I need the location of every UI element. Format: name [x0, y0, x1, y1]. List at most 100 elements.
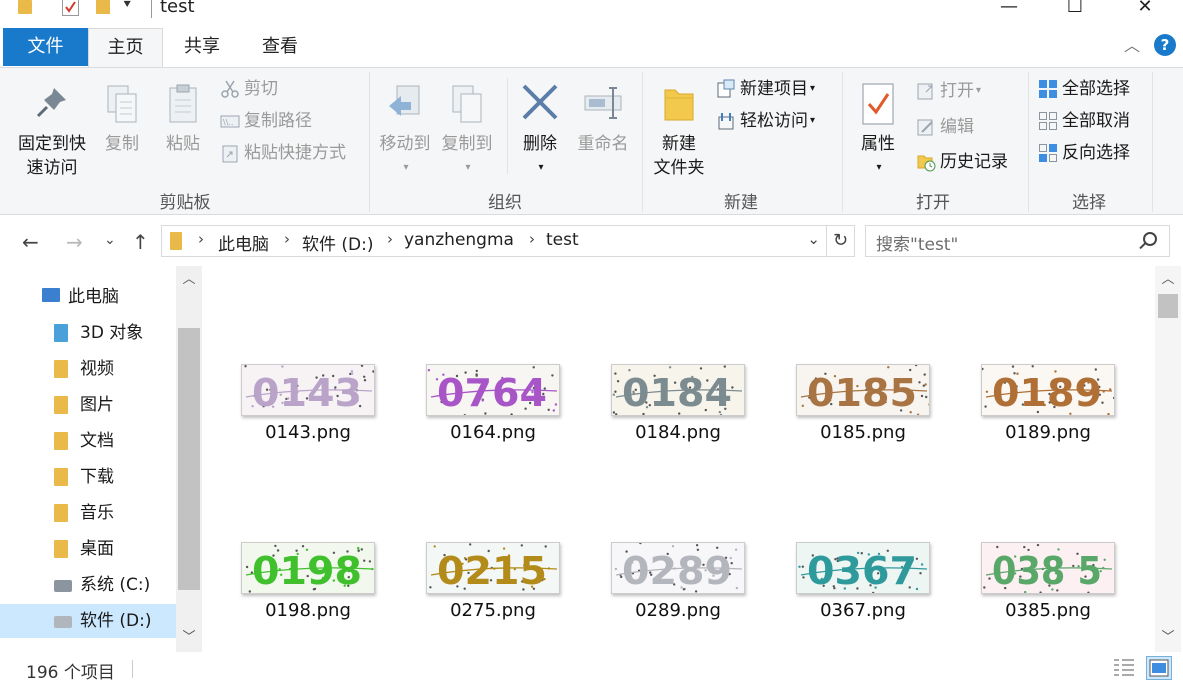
- recent-locations-chevron-icon[interactable]: ⌄: [104, 232, 116, 248]
- breadcrumb-yanzhengma[interactable]: yanzhengma: [404, 230, 514, 250]
- nav-item[interactable]: 音乐: [0, 496, 176, 530]
- copy-path-button[interactable]: \\.. 复制路径: [220, 107, 312, 135]
- nav-item[interactable]: 下载: [0, 460, 176, 494]
- large-icons-view-icon[interactable]: [1146, 656, 1172, 680]
- close-button[interactable]: ✕: [1122, 0, 1168, 20]
- nav-item-label: 3D 对象: [80, 323, 144, 343]
- image-thumbnail: 0143: [241, 364, 375, 416]
- edit-button[interactable]: 编辑: [916, 113, 974, 141]
- select-all-button[interactable]: 全部选择: [1038, 75, 1130, 103]
- rename-button[interactable]: 重命名: [572, 82, 634, 156]
- minimize-button[interactable]: —: [986, 0, 1032, 20]
- content-scroll-down-icon[interactable]: ﹀: [1155, 626, 1181, 650]
- nav-item[interactable]: 系统 (C:): [0, 568, 176, 602]
- paste-shortcut-button[interactable]: 粘贴快捷方式: [220, 139, 346, 167]
- cut-label: 剪切: [244, 79, 278, 99]
- file-name: 0198.png: [265, 600, 351, 621]
- search-icon[interactable]: [1143, 232, 1157, 246]
- copy-to-label: 复制到: [441, 134, 493, 154]
- tab-view[interactable]: 查看: [248, 28, 312, 68]
- file-item[interactable]: 0189 0189.png: [968, 364, 1128, 464]
- file-item[interactable]: 0764 0164.png: [413, 364, 573, 464]
- new-item-label: 新建项目: [740, 79, 808, 99]
- collapse-ribbon-icon[interactable]: ︿: [1124, 32, 1140, 56]
- select-all-icon: [1038, 79, 1058, 99]
- nav-item[interactable]: 文档: [0, 424, 176, 458]
- file-item[interactable]: 0215 0275.png: [413, 542, 573, 642]
- select-none-button[interactable]: 全部取消: [1038, 107, 1130, 135]
- copy-to-button[interactable]: 复制到 ▾: [436, 82, 498, 180]
- refresh-icon[interactable]: ↻: [827, 225, 855, 257]
- delete-button[interactable]: 删除 ▾: [514, 82, 566, 180]
- back-arrow-icon[interactable]: ←: [22, 230, 39, 254]
- open-dropdown-icon: ▾: [976, 85, 982, 96]
- pin-to-quick-access-button[interactable]: 固定到快 速访问: [10, 82, 94, 180]
- group-separator: [1028, 72, 1029, 212]
- easy-access-button[interactable]: 轻松访问 ▾: [716, 107, 815, 135]
- nav-item[interactable]: 图片: [0, 388, 176, 422]
- properties-label: 属性: [861, 134, 895, 154]
- group-separator: [1152, 72, 1153, 212]
- nav-item[interactable]: 软件 (D:): [0, 604, 176, 638]
- move-to-icon: [385, 82, 425, 128]
- open-button[interactable]: 打开 ▾: [916, 77, 981, 105]
- nav-item-label: 文档: [80, 431, 114, 451]
- content-scrollbar[interactable]: ︿ ﹀: [1155, 266, 1181, 652]
- file-item[interactable]: 0185 0185.png: [783, 364, 943, 464]
- search-input[interactable]: 搜索"test": [865, 225, 1170, 257]
- customize-quick-access-icon[interactable]: ⯆: [122, 0, 132, 13]
- file-item[interactable]: 038 5 0385.png: [968, 542, 1128, 642]
- breadcrumb-separator-icon: ›: [198, 230, 204, 248]
- content-scroll-thumb[interactable]: [1158, 294, 1178, 318]
- nav-scroll-down-icon[interactable]: ﹀: [176, 626, 202, 650]
- invert-selection-button[interactable]: 反向选择: [1038, 139, 1130, 167]
- breadcrumb-this-pc[interactable]: 此电脑: [218, 230, 269, 255]
- move-to-label: 移动到: [379, 134, 431, 154]
- properties-quick-access-icon[interactable]: [62, 0, 79, 16]
- nav-scrollbar[interactable]: ︿ ﹀: [176, 266, 202, 652]
- details-view-icon[interactable]: [1112, 656, 1138, 680]
- file-item[interactable]: 0289 0289.png: [598, 542, 758, 642]
- history-label: 历史记录: [940, 152, 1008, 172]
- nav-scroll-up-icon[interactable]: ︿: [176, 268, 202, 292]
- move-to-button[interactable]: 移动到 ▾: [374, 82, 436, 180]
- file-item[interactable]: 0198 0198.png: [228, 542, 388, 642]
- breadcrumb-test[interactable]: test: [546, 230, 579, 250]
- group-separator: [842, 72, 843, 212]
- forward-arrow-icon[interactable]: →: [66, 230, 83, 254]
- new-item-button[interactable]: 新建项目 ▾: [716, 75, 815, 103]
- nav-scroll-thumb[interactable]: [178, 328, 200, 590]
- folder-icon: [18, 0, 32, 14]
- file-item[interactable]: 0184 0184.png: [598, 364, 758, 464]
- nav-item[interactable]: 此电脑: [0, 280, 176, 314]
- new-folder-button[interactable]: 新建 文件夹: [648, 82, 710, 180]
- nav-item[interactable]: 视频: [0, 352, 176, 386]
- tab-home[interactable]: 主页: [88, 28, 163, 68]
- item-count: 196 个项目: [26, 663, 115, 683]
- address-dropdown-icon[interactable]: ⌄: [807, 230, 820, 248]
- cut-button[interactable]: 剪切: [220, 75, 278, 103]
- new-folder-quick-access-icon[interactable]: [96, 0, 110, 14]
- file-name: 0385.png: [1005, 600, 1091, 621]
- content-scroll-up-icon[interactable]: ︿: [1155, 268, 1181, 292]
- help-icon[interactable]: ?: [1154, 34, 1176, 56]
- file-name: 0185.png: [820, 422, 906, 443]
- breadcrumb-drive-d[interactable]: 软件 (D:): [302, 230, 374, 255]
- new-folder-icon: [659, 82, 699, 128]
- maximize-button[interactable]: ☐: [1052, 0, 1098, 20]
- select-none-icon: [1038, 111, 1058, 131]
- file-item[interactable]: 0143 0143.png: [228, 364, 388, 464]
- properties-button[interactable]: 属性 ▾: [852, 82, 904, 180]
- tab-share[interactable]: 共享: [170, 28, 234, 68]
- up-arrow-icon[interactable]: ↑: [132, 230, 149, 254]
- nav-item[interactable]: 桌面: [0, 532, 176, 566]
- copy-button[interactable]: 复制: [97, 82, 147, 156]
- paste-button[interactable]: 粘贴: [158, 82, 208, 156]
- nav-item-label: 系统 (C:): [80, 575, 151, 595]
- title-separator: [151, 0, 152, 18]
- history-button[interactable]: 历史记录: [916, 148, 1008, 176]
- tab-file[interactable]: 文件: [3, 28, 88, 66]
- file-item[interactable]: 0367 0367.png: [783, 542, 943, 642]
- nav-item[interactable]: 3D 对象: [0, 316, 176, 350]
- address-bar[interactable]: › 此电脑 › 软件 (D:) › yanzhengma › test ⌄: [161, 225, 827, 257]
